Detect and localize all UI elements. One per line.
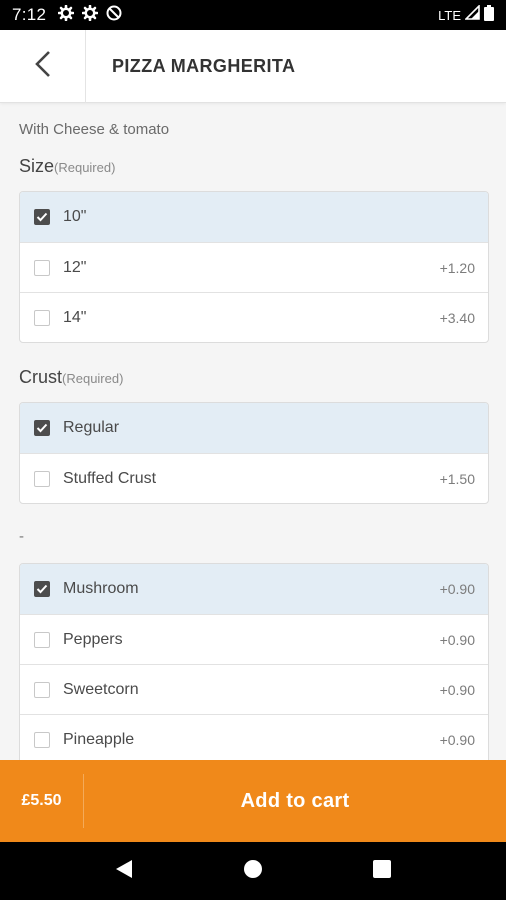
option-price: +0.90 [439, 631, 475, 648]
nav-recents-icon[interactable] [373, 859, 391, 883]
checkbox-checked-icon[interactable] [34, 420, 50, 436]
nav-back-icon[interactable] [115, 859, 133, 884]
product-description: With Cheese & tomato [19, 121, 170, 138]
size-option-10[interactable]: 10" [20, 192, 488, 242]
option-label: Regular [63, 419, 120, 436]
checkbox-icon[interactable] [34, 309, 50, 326]
settings-icon [57, 4, 75, 26]
option-label: Stuffed Crust [63, 469, 157, 487]
chevron-left-icon [34, 50, 52, 83]
page-title: PIZZA MARGHERITA [112, 55, 296, 76]
checkbox-checked-icon[interactable] [34, 209, 50, 225]
network-type: LTE [438, 7, 461, 23]
checkbox-icon[interactable] [34, 259, 50, 276]
crust-title: Crust [19, 367, 63, 387]
option-price: +3.40 [439, 309, 475, 326]
size-section-title: Size(Required) [19, 156, 115, 177]
checkbox-icon[interactable] [34, 470, 50, 487]
option-label: Sweetcorn [63, 680, 139, 698]
size-options: 10" 12" +1.20 14" +3.40 [19, 191, 489, 343]
battery-icon [484, 4, 494, 26]
option-label: 14" [63, 308, 87, 326]
cart-total: £5.50 [0, 774, 84, 828]
crust-option-stuffed[interactable]: Stuffed Crust +1.50 [20, 453, 488, 503]
option-label: Pineapple [63, 730, 135, 748]
app-header: PIZZA MARGHERITA [0, 29, 506, 103]
option-price: +1.20 [439, 259, 475, 276]
size-title: Size [19, 156, 55, 176]
option-price: +0.90 [439, 731, 475, 748]
status-bar: 7:12 LTE [0, 0, 506, 30]
size-option-12[interactable]: 12" +1.20 [20, 242, 488, 292]
required-label: (Required) [54, 160, 116, 175]
settings-icon [81, 4, 99, 26]
option-price: +0.90 [439, 681, 475, 698]
status-time: 7:12 [12, 5, 47, 24]
option-label: Mushroom [63, 580, 139, 597]
option-label: Peppers [63, 630, 123, 648]
option-label: 10" [63, 208, 87, 225]
extra-option-sweetcorn[interactable]: Sweetcorn +0.90 [20, 664, 488, 714]
checkbox-icon[interactable] [34, 731, 50, 748]
extra-option-peppers[interactable]: Peppers +0.90 [20, 614, 488, 664]
extras-options: Mushroom +0.90 Peppers +0.90 Sweetcorn +… [19, 563, 489, 760]
crust-section-title: Crust(Required) [19, 367, 123, 388]
system-nav-bar [0, 842, 506, 900]
checkbox-icon[interactable] [34, 681, 50, 698]
option-label: 12" [63, 258, 87, 276]
signal-icon [464, 4, 480, 25]
size-option-14[interactable]: 14" +3.40 [20, 292, 488, 342]
required-label: (Required) [62, 371, 124, 386]
nav-home-icon[interactable] [243, 859, 263, 884]
cart-bar: £5.50 Add to cart [0, 760, 506, 842]
extra-option-pineapple[interactable]: Pineapple +0.90 [20, 714, 488, 760]
data-saver-icon [106, 5, 122, 26]
checkbox-checked-icon[interactable] [34, 581, 50, 597]
crust-option-regular[interactable]: Regular [20, 403, 488, 453]
option-price: +0.90 [439, 581, 475, 597]
checkbox-icon[interactable] [34, 631, 50, 648]
product-options[interactable]: With Cheese & tomato Size(Required) 10" … [0, 104, 506, 760]
crust-options: Regular Stuffed Crust +1.50 [19, 402, 489, 504]
extras-section-title: - [19, 528, 24, 545]
extra-option-mushroom[interactable]: Mushroom +0.90 [20, 564, 488, 614]
add-to-cart-button[interactable]: Add to cart [84, 790, 506, 813]
option-price: +1.50 [439, 470, 475, 487]
back-button[interactable] [0, 29, 86, 103]
